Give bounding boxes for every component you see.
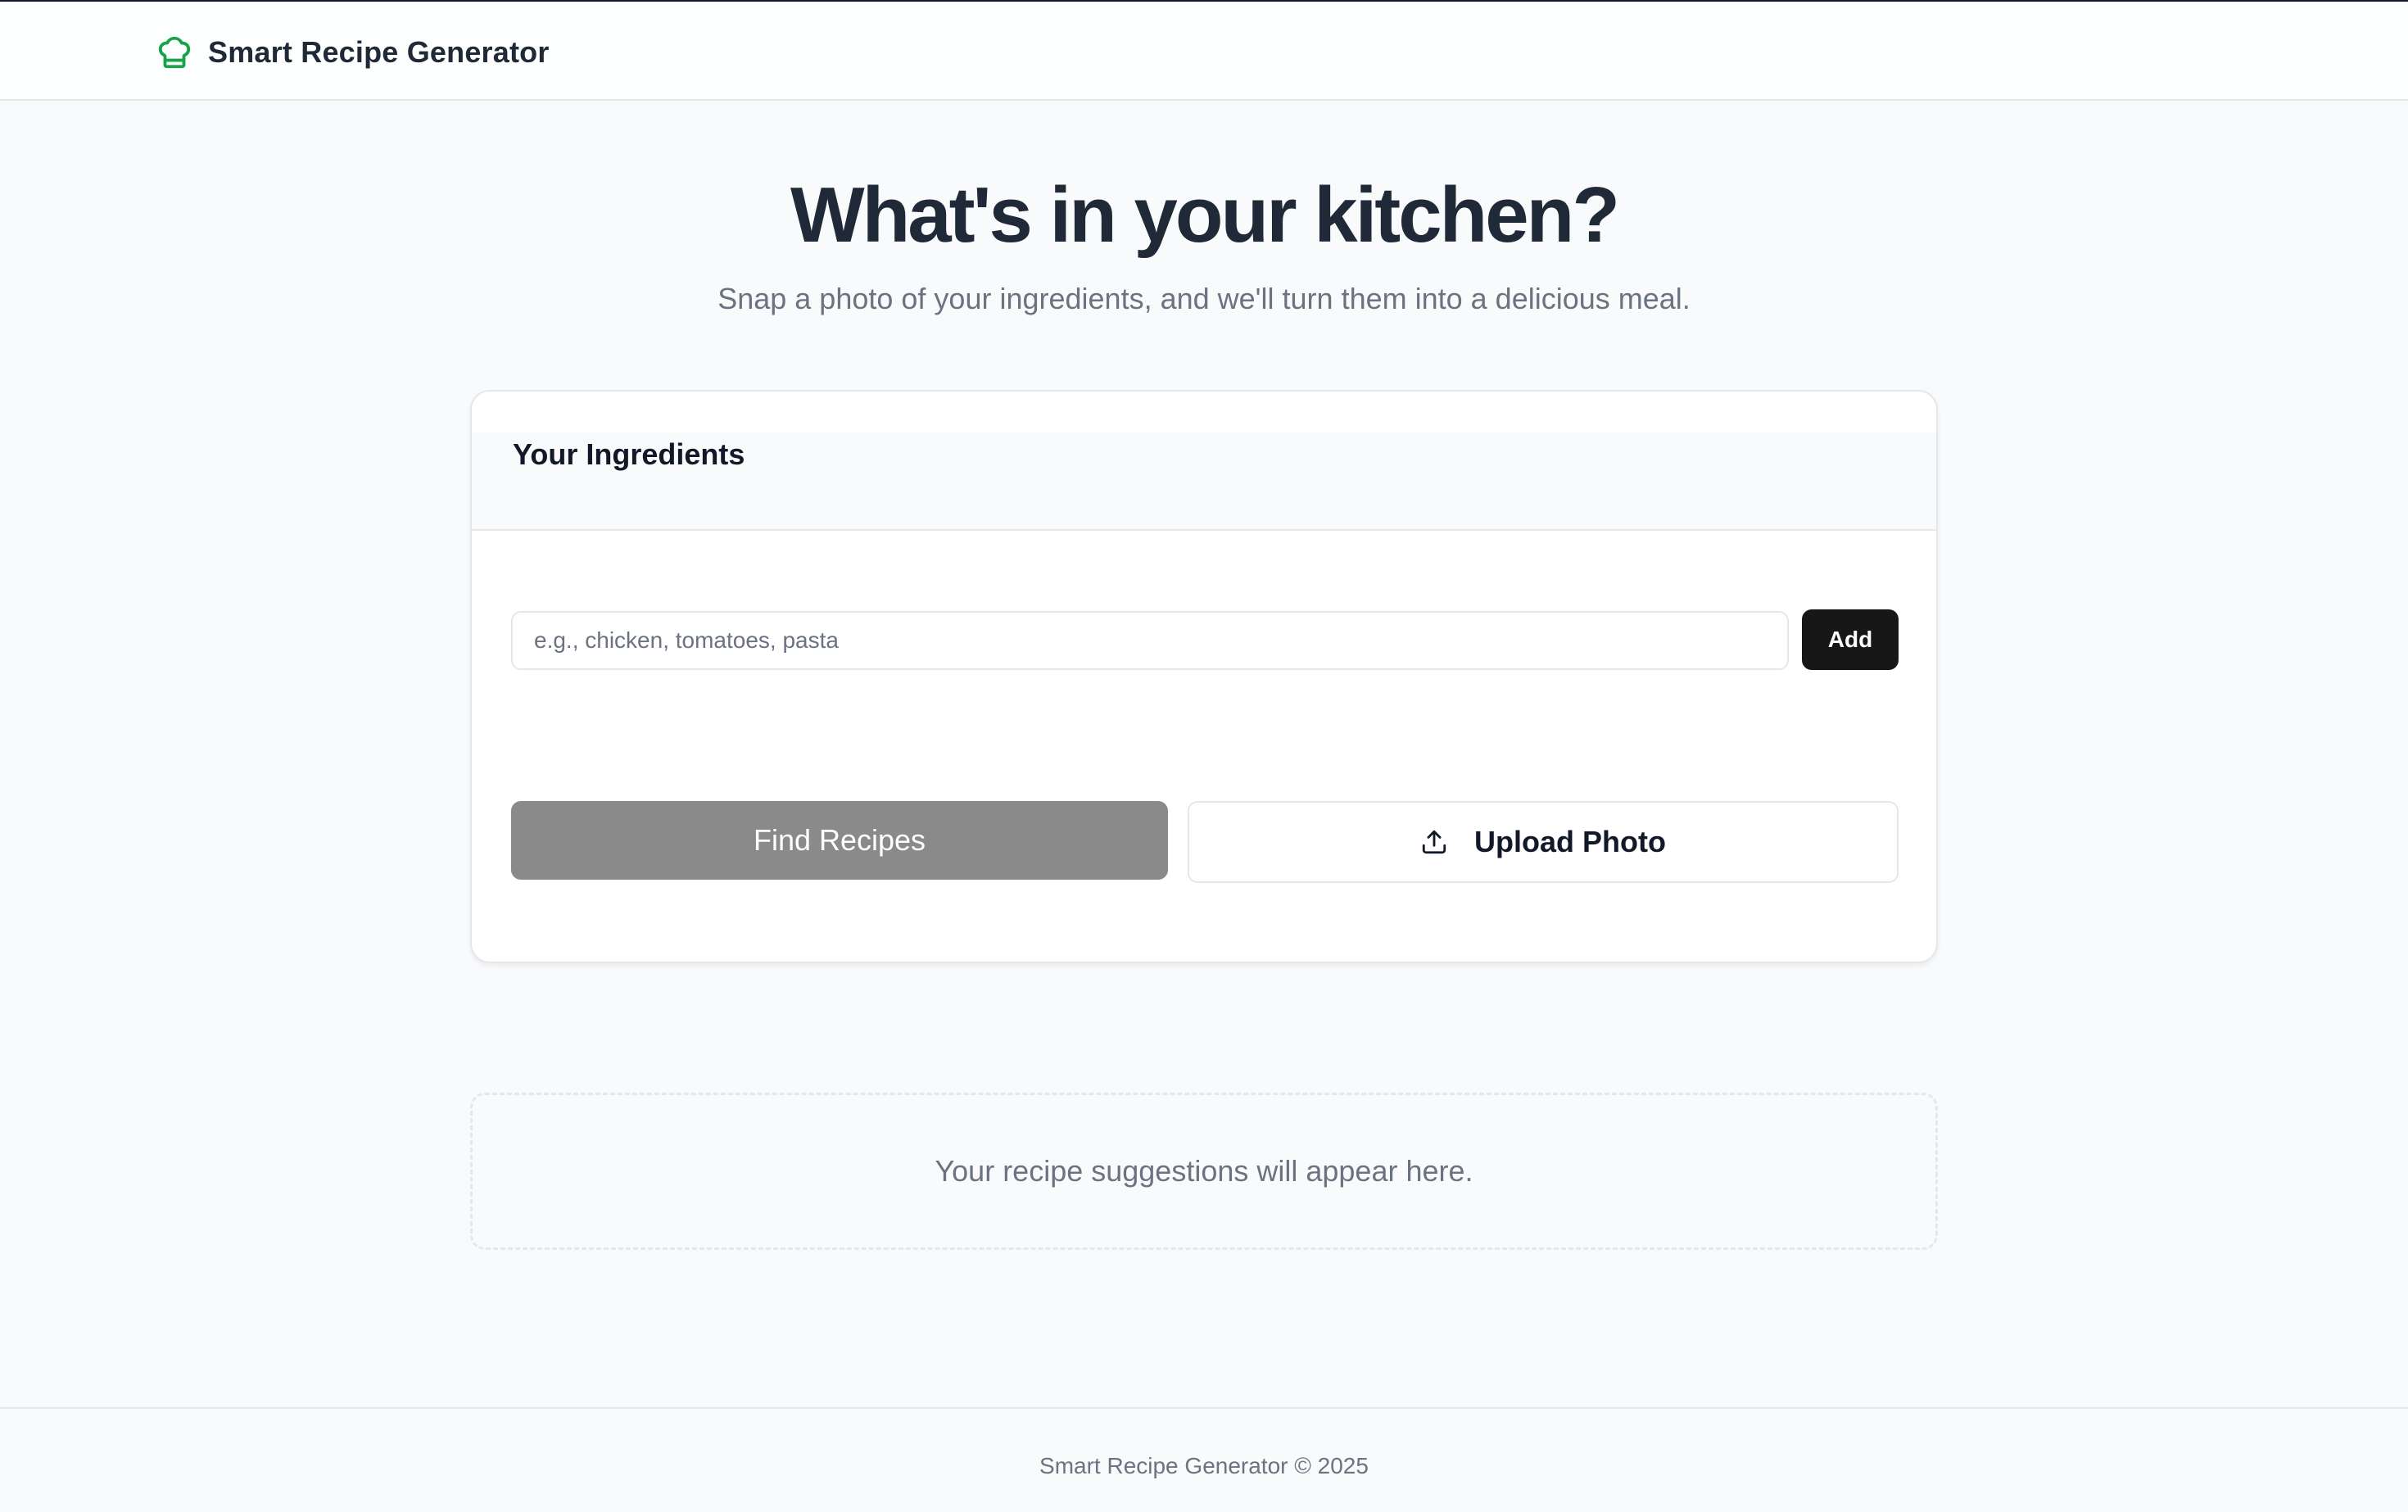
footer-text: Smart Recipe Generator © 2025: [1039, 1453, 1369, 1478]
brand[interactable]: Smart Recipe Generator: [156, 31, 550, 74]
page-subtitle: Snap a photo of your ingredients, and we…: [717, 282, 1691, 315]
ingredients-card: Your Ingredients Add Find Recipes Upload…: [470, 390, 1938, 963]
ingredient-input[interactable]: [511, 611, 1789, 670]
upload-photo-button[interactable]: Upload Photo: [1188, 801, 1899, 883]
add-ingredient-button[interactable]: Add: [1802, 609, 1899, 670]
page-title: What's in your kitchen?: [790, 171, 1620, 259]
footer: Smart Recipe Generator © 2025: [0, 1407, 2408, 1512]
app-title: Smart Recipe Generator: [208, 35, 550, 69]
recipe-results-placeholder: Your recipe suggestions will appear here…: [470, 1093, 1938, 1250]
find-recipes-button[interactable]: Find Recipes: [511, 801, 1168, 880]
upload-photo-label: Upload Photo: [1474, 825, 1666, 858]
results-placeholder-text: Your recipe suggestions will appear here…: [935, 1154, 1473, 1188]
upload-icon: [1420, 828, 1448, 856]
top-header: Smart Recipe Generator: [0, 0, 2408, 101]
chef-hat-icon: [156, 34, 193, 71]
card-title: Your Ingredients: [513, 437, 745, 471]
